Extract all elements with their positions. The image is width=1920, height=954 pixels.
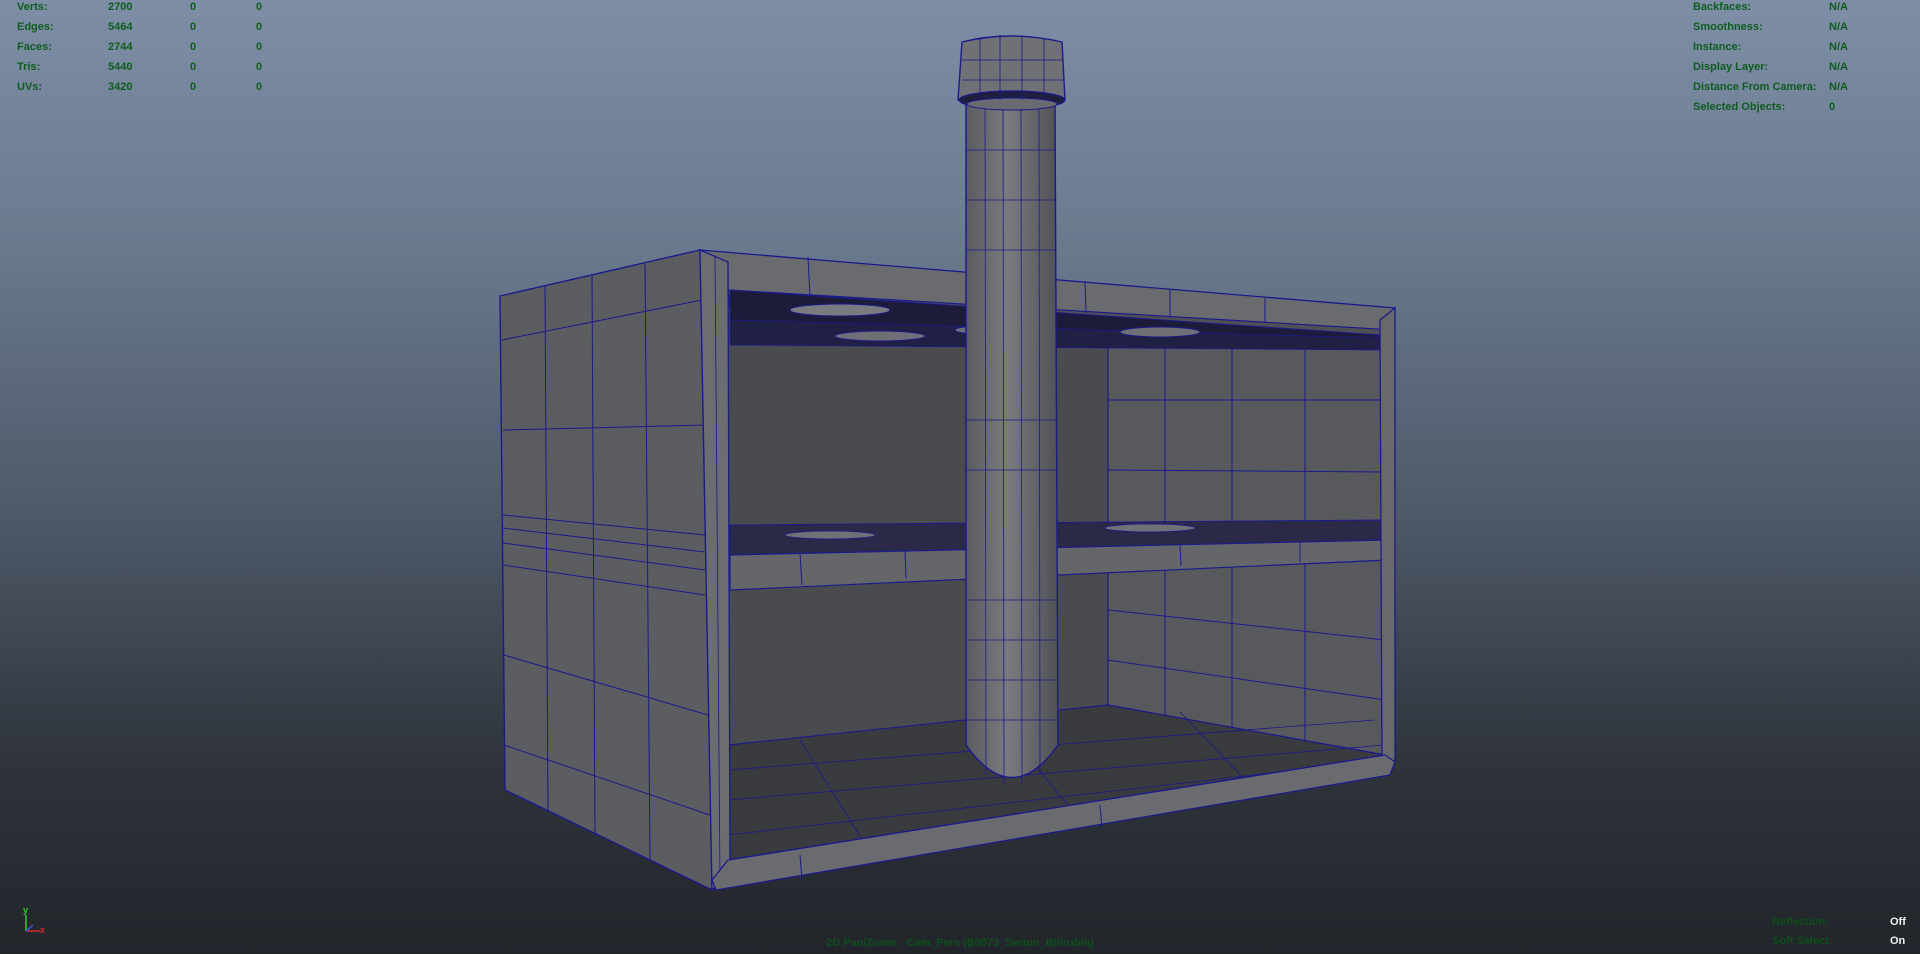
stat-value: 0 — [256, 21, 263, 33]
stat-value: 0 — [190, 41, 197, 53]
stat-value: 3420 — [108, 81, 133, 93]
object-info-value: N/A — [1829, 21, 1848, 33]
stat-value: 0 — [256, 41, 263, 53]
stat-value: 2700 — [108, 1, 133, 13]
stat-value: 0 — [256, 61, 263, 73]
object-info-label: Selected Objects: — [1693, 101, 1786, 113]
rack-front-right-post — [1379, 306, 1396, 772]
reflection-label: Reflection: — [1772, 916, 1829, 928]
stat-label: UVs: — [17, 81, 43, 93]
stat-value: 0 — [256, 81, 263, 93]
object-info-label: Distance From Camera: — [1693, 81, 1817, 93]
rack-left-wall — [499, 249, 713, 892]
stat-value: 2744 — [108, 41, 133, 53]
object-info-value: N/A — [1829, 81, 1848, 93]
stat-value: 5440 — [108, 61, 133, 73]
object-info-label: Instance: — [1693, 41, 1742, 53]
stat-value: 0 — [190, 61, 197, 73]
object-info-label: Smoothness: — [1693, 21, 1763, 33]
viewport-3d[interactable]: Verts: 2700 0 0 Edges: 5464 0 0 Faces: 2744 0 0 Tris… — [0, 0, 1920, 954]
object-info-value: N/A — [1829, 1, 1848, 13]
stat-value: 0 — [256, 1, 263, 13]
soft-select-label: Soft Select: — [1772, 935, 1833, 947]
camera-status-text: 2D Pan/Zoom : Cam_Pers (B0073_Serum_Bili… — [826, 937, 1094, 949]
object-info-value: 0 — [1829, 101, 1836, 113]
stat-label: Verts: — [17, 1, 48, 13]
stat-value: 5464 — [108, 21, 133, 33]
stat-label: Tris: — [17, 61, 41, 73]
object-info-label: Display Layer: — [1693, 61, 1769, 73]
stat-label: Faces: — [17, 41, 52, 53]
object-info-value: N/A — [1829, 61, 1848, 73]
axis-x-label: x — [40, 925, 46, 935]
object-info-label: Backfaces: — [1693, 1, 1752, 13]
test-tube — [965, 99, 1059, 786]
stat-label: Edges: — [17, 21, 54, 33]
object-info-value: N/A — [1829, 41, 1848, 53]
axis-gizmo: y x — [20, 905, 48, 935]
stat-value: 0 — [190, 81, 197, 93]
stat-value: 0 — [190, 21, 197, 33]
test-tube-cap — [957, 35, 1066, 111]
axis-y-label: y — [23, 905, 29, 915]
reflection-value: Off — [1890, 916, 1906, 928]
stat-value: 0 — [190, 1, 197, 13]
scene-svg — [499, 35, 1396, 892]
soft-select-value: On — [1890, 935, 1906, 947]
